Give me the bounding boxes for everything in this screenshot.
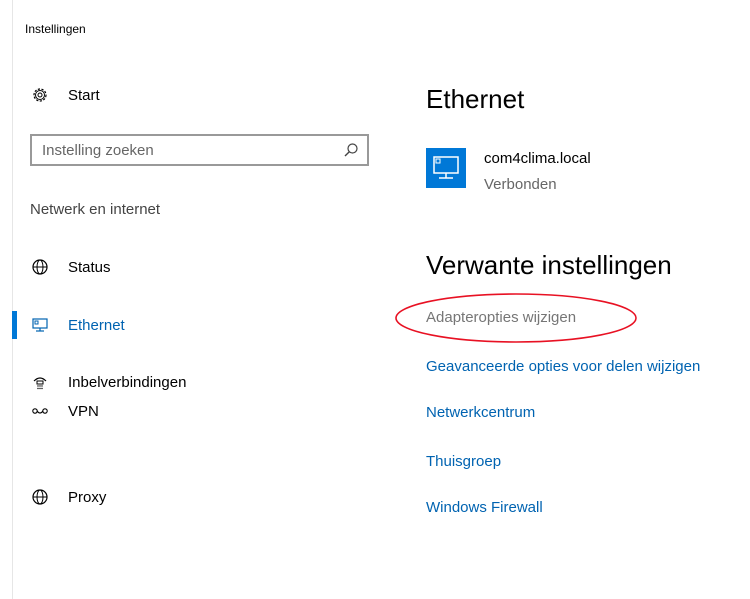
search-box[interactable]	[30, 134, 369, 166]
sidebar-item-vpn[interactable]: VPN	[12, 391, 372, 431]
network-status: Verbonden	[484, 176, 557, 193]
ethernet-icon	[31, 316, 49, 334]
gear-icon	[31, 86, 49, 104]
network-name[interactable]: com4clima.local	[484, 150, 591, 167]
home-button[interactable]: Start	[12, 75, 372, 115]
sidebar-item-proxy[interactable]: Proxy	[12, 477, 372, 517]
vpn-icon	[31, 402, 49, 420]
adapter-options-link[interactable]: Adapteropties wijzigen	[426, 309, 576, 326]
windows-firewall-link[interactable]: Windows Firewall	[426, 499, 543, 516]
homegroup-link[interactable]: Thuisgroep	[426, 453, 501, 470]
ethernet-monitor-icon	[426, 148, 466, 188]
sidebar-item-ethernet[interactable]: Ethernet	[12, 305, 372, 345]
section-label: Netwerk en internet	[30, 201, 161, 218]
globe-icon	[31, 488, 49, 506]
sidebar-item-status[interactable]: Status	[12, 247, 372, 287]
dialup-icon	[31, 373, 49, 391]
advanced-sharing-link[interactable]: Geavanceerde opties voor delen wijzigen	[426, 358, 700, 375]
sidebar-item-label: Inbelverbindingen	[68, 373, 187, 391]
related-settings-heading: Verwante instellingen	[426, 250, 672, 280]
sidebar-item-label: VPN	[68, 402, 99, 420]
page-title: Ethernet	[426, 84, 525, 114]
sidebar-item-label: Status	[68, 258, 111, 276]
globe-status-icon	[31, 258, 49, 276]
search-input[interactable]	[40, 140, 334, 160]
sidebar-item-label: Ethernet	[68, 316, 125, 334]
settings-window: Instellingen Start Netwerk en internet	[0, 0, 750, 599]
home-label: Start	[68, 86, 100, 104]
app-title: Instellingen	[25, 22, 86, 36]
network-center-link[interactable]: Netwerkcentrum	[426, 404, 535, 421]
search-icon[interactable]	[343, 142, 359, 158]
sidebar-item-label: Proxy	[68, 488, 107, 506]
